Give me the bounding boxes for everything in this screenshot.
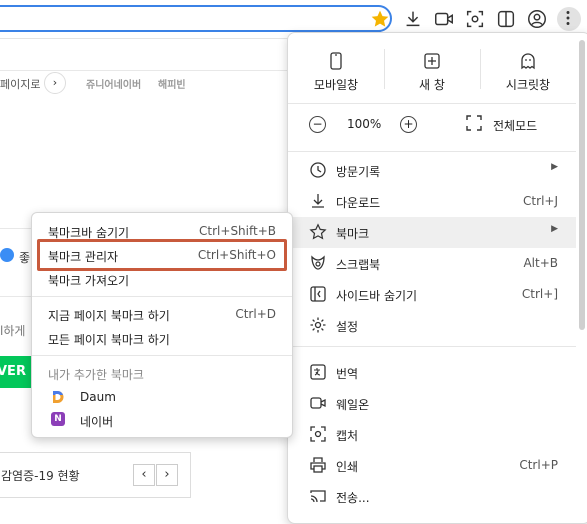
menu-item-whaleon[interactable]: 웨일온 bbox=[288, 388, 576, 419]
nav-link-junior[interactable]: 쥬니어네이버 bbox=[86, 76, 141, 91]
bookmark-daum[interactable]: Daum bbox=[48, 386, 278, 408]
secret-window-label: 시크릿창 bbox=[505, 78, 551, 92]
menu-item-shortcut: Alt+B bbox=[523, 256, 558, 270]
prev-button[interactable]: ‹ bbox=[133, 464, 155, 486]
secret-icon bbox=[519, 52, 537, 70]
nav-next-button[interactable]: › bbox=[44, 72, 66, 94]
translate-icon bbox=[309, 363, 327, 381]
submenu-arrow: ▶ bbox=[551, 162, 558, 172]
divider bbox=[32, 296, 292, 297]
star-icon bbox=[309, 223, 327, 241]
menu-item-cast[interactable]: 전송... bbox=[288, 481, 576, 512]
browser-menu: 모바일창 새 창 시크릿창 − 100% + 전체모드 방문기록 ▶ 다운로드 … bbox=[287, 32, 587, 524]
menu-item-label: 전송... bbox=[336, 491, 370, 505]
highlight-annotation bbox=[37, 239, 287, 271]
submenu-item-shortcut: Ctrl+Shift+B bbox=[199, 224, 276, 238]
bookmarks-section-header: 내가 추가한 북마크 bbox=[48, 368, 144, 382]
divider bbox=[288, 346, 576, 347]
menu-item-capture[interactable]: 캡처 bbox=[288, 419, 576, 450]
submenu-arrow: ▶ bbox=[551, 224, 558, 234]
menu-item-label: 캡처 bbox=[336, 429, 359, 443]
divider bbox=[288, 103, 576, 104]
menu-item-shortcut: Ctrl+] bbox=[521, 287, 558, 301]
covid-title: 감염증-19 현황 bbox=[1, 469, 80, 483]
naver-icon: N bbox=[51, 412, 65, 426]
zoom-level: 100% bbox=[347, 117, 382, 131]
emoji-icon bbox=[0, 248, 14, 262]
zoom-row: − 100% + 전체모드 bbox=[288, 108, 576, 140]
new-window-button[interactable]: 새 창 bbox=[384, 33, 480, 95]
more-menu-icon[interactable] bbox=[557, 7, 581, 31]
menu-item-label: 설정 bbox=[336, 320, 359, 334]
menu-item-history[interactable]: 방문기록 ▶ bbox=[288, 155, 576, 186]
bookmark-label: Daum bbox=[80, 390, 116, 404]
menu-item-label: 번역 bbox=[336, 367, 359, 381]
page-nav: 페이지로 › 쥬니어네이버 해피빈 bbox=[0, 72, 186, 94]
menu-item-label: 웨일온 bbox=[336, 398, 370, 412]
mobile-icon bbox=[327, 52, 345, 70]
search-fragment: l하게 bbox=[0, 324, 26, 338]
menu-item-shortcut: Ctrl+J bbox=[523, 194, 558, 208]
history-icon bbox=[309, 161, 327, 179]
menu-item-label: 인쇄 bbox=[336, 460, 359, 474]
menu-item-hide-sidebar[interactable]: 사이드바 숨기기 Ctrl+] bbox=[288, 279, 576, 310]
scrapbook-icon bbox=[309, 254, 327, 272]
mobile-window-label: 모바일창 bbox=[313, 78, 359, 92]
download-icon bbox=[309, 192, 327, 210]
video-call-icon[interactable] bbox=[433, 8, 455, 30]
menu-item-shortcut: Ctrl+P bbox=[519, 458, 558, 472]
divider bbox=[32, 355, 292, 356]
bookmark-star-icon[interactable] bbox=[370, 9, 390, 29]
submenu-item-label: 북마크 가져오기 bbox=[48, 274, 130, 288]
download-icon[interactable] bbox=[402, 8, 424, 30]
menu-item-downloads[interactable]: 다운로드 Ctrl+J bbox=[288, 186, 576, 217]
profile-icon[interactable] bbox=[526, 8, 548, 30]
zoom-out-button[interactable]: − bbox=[309, 116, 326, 133]
menu-item-scrapbook[interactable]: 스크랩북 Alt+B bbox=[288, 248, 576, 279]
fullscreen-icon[interactable] bbox=[465, 114, 483, 132]
menu-item-label: 북마크 bbox=[336, 227, 370, 241]
capture-icon bbox=[309, 425, 327, 443]
fullscreen-label[interactable]: 전체모드 bbox=[493, 117, 537, 134]
submenu-item-bookmark-all-pages[interactable]: 모든 페이지 북마크 하기 bbox=[32, 326, 292, 350]
menu-item-label: 스크랩북 bbox=[336, 258, 381, 272]
submenu-item-bookmark-this-page[interactable]: 지금 페이지 북마크 하기 Ctrl+D bbox=[32, 302, 292, 326]
daum-icon bbox=[51, 389, 65, 403]
nav-link-happybean[interactable]: 해피빈 bbox=[158, 76, 186, 91]
menu-item-label: 방문기록 bbox=[336, 165, 381, 179]
new-window-label: 새 창 bbox=[419, 78, 445, 92]
capture-icon[interactable] bbox=[464, 8, 486, 30]
menu-item-settings[interactable]: 설정 bbox=[288, 310, 576, 341]
sidebar-icon bbox=[309, 285, 327, 303]
menu-item-print[interactable]: 인쇄 Ctrl+P bbox=[288, 450, 576, 481]
submenu-item-label: 지금 페이지 북마크 하기 bbox=[48, 309, 170, 323]
menu-item-bookmarks[interactable]: 북마크 ▶ bbox=[288, 217, 576, 248]
submenu-item-label: 모든 페이지 북마크 하기 bbox=[48, 333, 170, 347]
menu-item-label: 다운로드 bbox=[336, 196, 381, 210]
page-divider bbox=[0, 70, 290, 71]
mobile-window-button[interactable]: 모바일창 bbox=[288, 33, 384, 95]
sidebar-icon[interactable] bbox=[495, 8, 517, 30]
menu-item-label: 사이드바 숨기기 bbox=[336, 289, 418, 303]
next-button[interactable]: › bbox=[156, 464, 178, 486]
page-fragment: 좋 bbox=[19, 251, 31, 265]
print-icon bbox=[309, 456, 327, 474]
divider bbox=[288, 151, 576, 152]
menu-scrollbar[interactable] bbox=[579, 40, 585, 330]
bookmark-label: 네이버 bbox=[80, 415, 114, 429]
submenu-item-shortcut: Ctrl+D bbox=[235, 307, 276, 321]
bookmark-naver[interactable]: N 네이버 bbox=[48, 409, 278, 431]
gear-icon bbox=[309, 316, 327, 334]
cast-icon bbox=[309, 487, 327, 505]
menu-item-translate[interactable]: 번역 bbox=[288, 357, 576, 388]
menu-top-row: 모바일창 새 창 시크릿창 bbox=[288, 33, 576, 95]
secret-window-button[interactable]: 시크릿창 bbox=[480, 33, 576, 95]
video-icon bbox=[309, 394, 327, 412]
nav-text: 페이지로 bbox=[0, 78, 41, 91]
covid-status-box: 감염증-19 현황 ‹ › bbox=[0, 452, 191, 498]
zoom-in-button[interactable]: + bbox=[400, 116, 417, 133]
address-bar[interactable] bbox=[0, 5, 392, 32]
new-window-icon bbox=[423, 52, 441, 70]
